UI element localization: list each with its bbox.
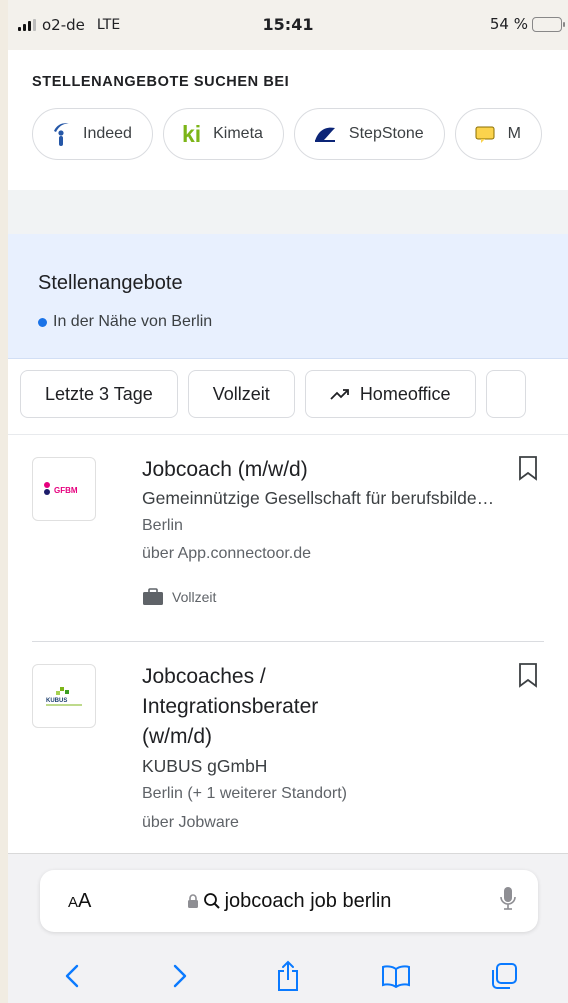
svg-text:KUBUS: KUBUS — [46, 698, 67, 704]
job-title-line: Integrationsberater — [142, 695, 319, 718]
location-dot-icon — [38, 317, 47, 327]
job-type-label: Vollzeit — [172, 589, 217, 605]
filter-chips: Letzte 3 Tage Vollzeit Homeoffice — [8, 359, 568, 435]
stepstone-icon — [313, 125, 337, 143]
provider-label: M — [507, 125, 521, 142]
indeed-icon — [51, 121, 71, 147]
job-location: Berlin — [142, 517, 183, 534]
bookmark-icon[interactable] — [518, 662, 538, 693]
company-logo: KUBUS — [32, 664, 96, 728]
provider-chip-message[interactable]: M — [454, 108, 542, 160]
job-company: KUBUS gGmbH — [142, 756, 268, 776]
search-icon — [203, 892, 221, 910]
tabs-icon[interactable] — [484, 958, 524, 994]
microphone-icon[interactable] — [500, 886, 516, 917]
jobs-title: Stellenangebote — [38, 272, 183, 294]
provider-label: StepStone — [348, 125, 424, 142]
svg-text:GFBM: GFBM — [54, 486, 78, 495]
bookmarks-icon[interactable] — [376, 958, 416, 994]
filter-last-3-days[interactable]: Letzte 3 Tage — [20, 370, 178, 418]
job-title-line: (w/m/d) — [142, 725, 212, 748]
job-source: über App.connectoor.de — [142, 545, 312, 562]
search-providers-heading: STELLENANGEBOTE SUCHEN BEI — [32, 74, 290, 90]
forward-icon[interactable] — [160, 958, 200, 994]
provider-label: Indeed — [83, 125, 132, 142]
back-icon[interactable] — [52, 958, 92, 994]
bookmark-icon[interactable] — [518, 455, 538, 486]
job-title: Jobcoach (m/w/d) — [142, 458, 308, 481]
provider-chips: Indeed ki Kimeta StepStone M — [32, 108, 568, 160]
battery-percent: 54 % — [489, 15, 528, 33]
briefcase-icon — [142, 588, 164, 606]
job-company: Gemeinnützige Gesellschaft für berufsbil… — [142, 488, 495, 508]
search-providers-section: STELLENANGEBOTE SUCHEN BEI Indeed ki Kim… — [8, 50, 568, 190]
jobs-header: Stellenangebote In der Nähe von Berlin — [8, 234, 568, 359]
provider-chip-stepstone[interactable]: StepStone — [293, 108, 445, 160]
kimeta-icon: ki — [181, 120, 202, 147]
url-text: jobcoach job berlin — [224, 889, 392, 912]
job-listing[interactable]: GFBM Jobcoach (m/w/d) Gemeinnützige Gese… — [32, 435, 544, 642]
job-source: über Jobware — [142, 814, 239, 831]
provider-chip-kimeta[interactable]: ki Kimeta — [162, 108, 284, 160]
battery-icon — [532, 16, 565, 32]
filter-homeoffice[interactable]: Homeoffice — [304, 370, 476, 418]
status-bar: o2-de LTE 15:41 54 % — [8, 0, 568, 50]
provider-label: Kimeta — [213, 125, 263, 142]
lock-icon — [187, 893, 199, 909]
job-title: Jobcoaches / Integrationsberater (w/m/d) — [142, 662, 544, 752]
provider-chip-indeed[interactable]: Indeed — [32, 108, 153, 160]
browser-bottom-bar: AA jobcoach job berlin — [8, 853, 568, 1003]
browser-toolbar — [8, 958, 568, 994]
job-title-line: Jobcoaches / — [142, 665, 266, 688]
trending-icon — [330, 387, 350, 401]
job-location: Berlin (+ 1 weiterer Standort) — [142, 785, 347, 802]
phone-screen: o2-de LTE 15:41 54 % STELLENANGEBOTE SUC… — [8, 0, 568, 1003]
clock: 15:41 — [262, 15, 314, 34]
share-icon[interactable] — [268, 958, 308, 994]
filter-more[interactable] — [485, 370, 526, 418]
company-logo: GFBM — [32, 457, 96, 521]
jobs-location-label: In der Nähe von Berlin — [53, 313, 213, 330]
filter-label: Homeoffice — [359, 383, 451, 404]
address-bar[interactable]: AA jobcoach job berlin — [40, 870, 538, 932]
jobs-location[interactable]: In der Nähe von Berlin — [38, 313, 568, 331]
filter-fulltime[interactable]: Vollzeit — [187, 370, 295, 418]
battery-info: 54 % — [489, 15, 565, 33]
job-type: Vollzeit — [142, 575, 544, 619]
address-text: jobcoach job berlin — [40, 890, 538, 913]
section-divider — [8, 190, 568, 234]
message-icon — [474, 124, 496, 144]
